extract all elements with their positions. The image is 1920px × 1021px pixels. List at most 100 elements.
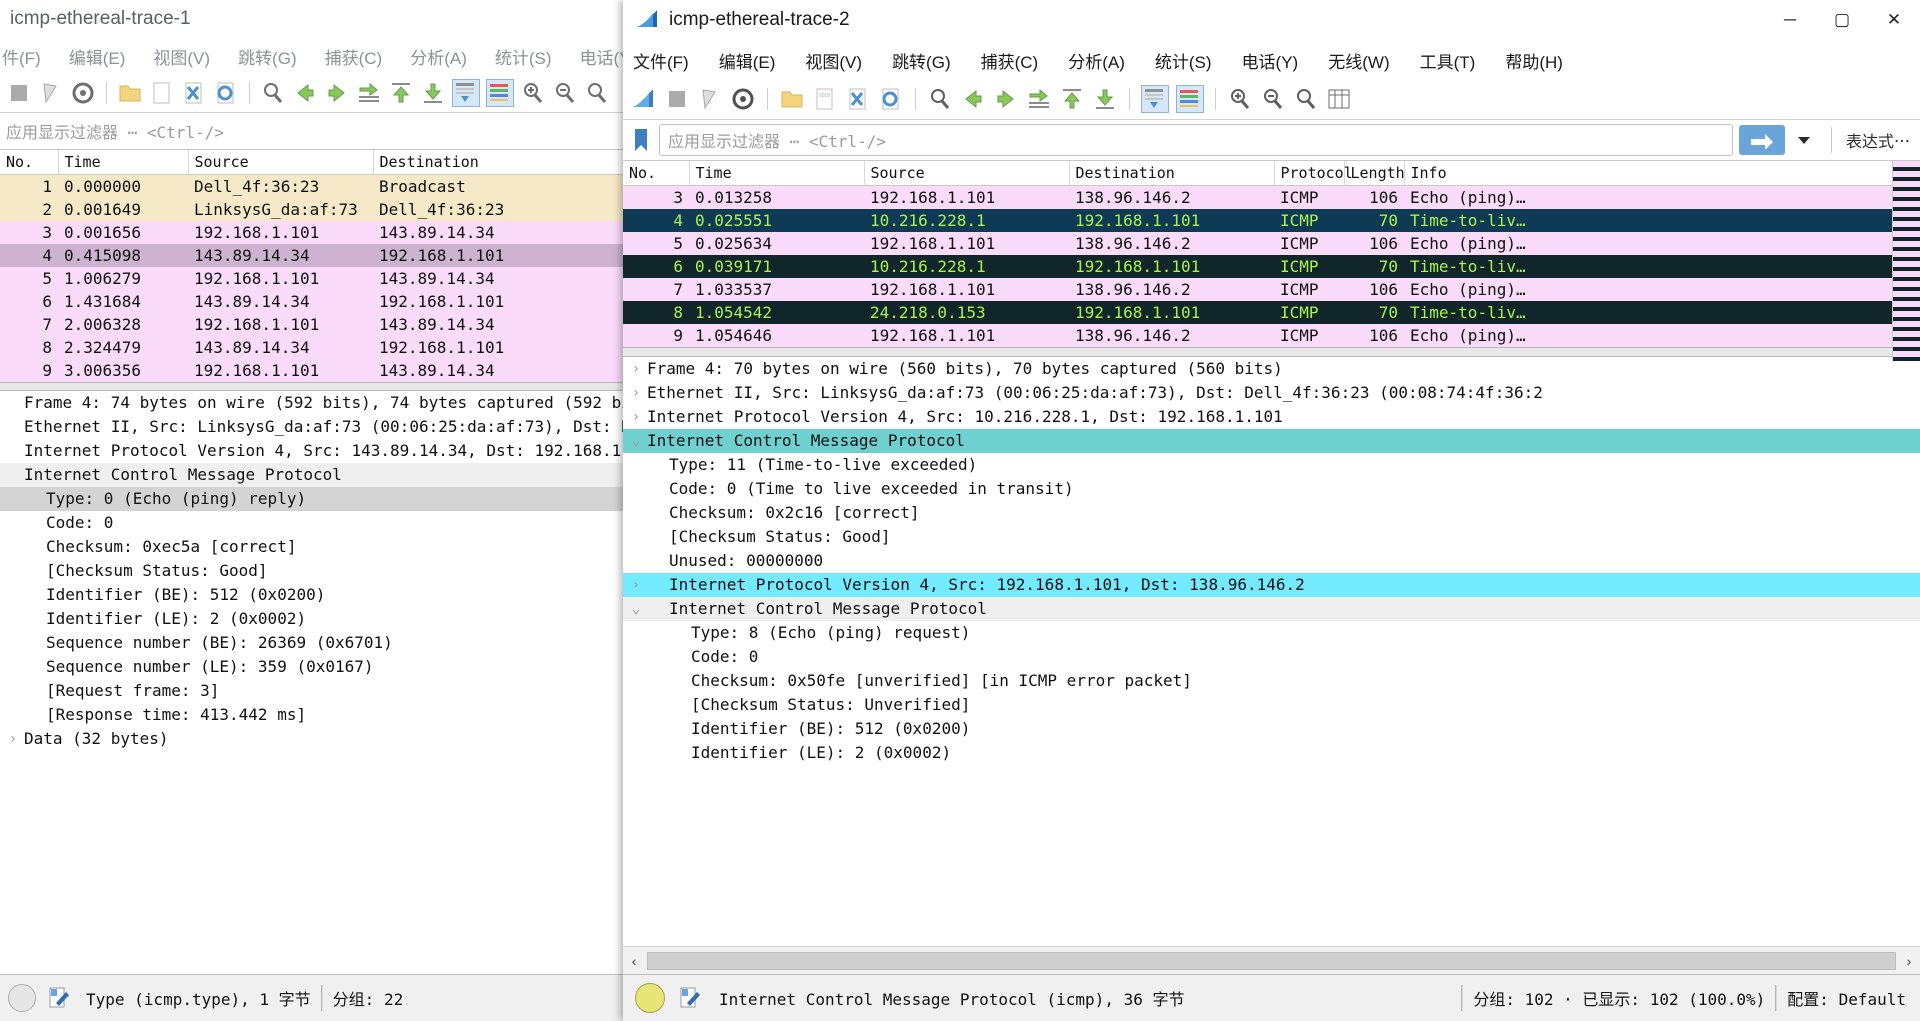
- window-controls[interactable]: ─ ▢ ✕: [1764, 0, 1920, 40]
- window1-filter-input[interactable]: 应用显示过滤器 ⋯ <Ctrl-/>: [6, 119, 224, 143]
- go-back-icon[interactable]: [960, 86, 986, 112]
- window1-pane-splitter[interactable]: [0, 382, 628, 391]
- menu-item-go[interactable]: 跳转(G): [238, 44, 297, 69]
- window1-toolbar[interactable]: [0, 74, 628, 113]
- chevron-right-icon[interactable]: ›: [2, 727, 24, 751]
- filter-history-dropdown[interactable]: [1791, 125, 1817, 155]
- detail-row[interactable]: Identifier (LE): 2 (0x0002): [0, 607, 628, 631]
- zoom-reset-icon[interactable]: [584, 80, 610, 106]
- detail-row[interactable]: ⌄ Internet Control Message Protocol: [623, 429, 1920, 453]
- zoom-in-icon[interactable]: [1227, 86, 1253, 112]
- restart-capture-icon[interactable]: [38, 80, 64, 106]
- detail-row[interactable]: › Frame 4: 70 bytes on wire (560 bits), 7…: [623, 357, 1920, 381]
- menu-item-statistics[interactable]: 统计(S): [495, 44, 552, 69]
- chevron-right-icon[interactable]: ›: [625, 381, 647, 405]
- detail-row[interactable]: [Checksum Status: Unverified]: [623, 693, 1920, 717]
- menu-item-edit[interactable]: 编辑(E): [719, 48, 776, 73]
- window1-packet-list[interactable]: No. Time Source Destination 1 0.000000 Del…: [0, 150, 628, 382]
- column-header-source[interactable]: Source: [188, 150, 374, 175]
- table-row[interactable]: 4 0.415098 143.89.14.34 192.168.1.101: [0, 244, 628, 267]
- table-row[interactable]: 8 2.324479 143.89.14.34 192.168.1.101: [0, 336, 628, 359]
- detail-row[interactable]: [Request frame: 3]: [0, 679, 628, 703]
- detail-row[interactable]: › Data (32 bytes): [0, 727, 628, 751]
- detail-row[interactable]: › Ethernet II, Src: LinksysG_da:af:73 (00…: [623, 381, 1920, 405]
- menu-item-file[interactable]: 文件(F): [633, 48, 689, 73]
- menu-item-help[interactable]: 帮助(H): [1505, 48, 1563, 73]
- menu-item-wireless[interactable]: 无线(W): [1328, 48, 1389, 73]
- column-header-destination[interactable]: Destination: [373, 150, 628, 175]
- window1-menubar[interactable]: 件(F) 编辑(E) 视图(V) 跳转(G) 捕获(C) 分析(A) 统计(S)…: [0, 38, 628, 74]
- menu-item-view[interactable]: 视图(V): [153, 44, 210, 69]
- request-frame-link[interactable]: [Request frame: 3]: [24, 679, 219, 703]
- detail-row[interactable]: › Internet Protocol Version 4, Src: 10.21…: [623, 405, 1920, 429]
- close-file-icon[interactable]: [845, 86, 871, 112]
- menu-item-go[interactable]: 跳转(G): [892, 48, 951, 73]
- window2-menubar[interactable]: 文件(F) 编辑(E) 视图(V) 跳转(G) 捕获(C) 分析(A) 统计(S…: [623, 41, 1920, 79]
- zoom-out-icon[interactable]: [1260, 86, 1286, 112]
- detail-row[interactable]: Checksum: 0x2c16 [correct]: [623, 501, 1920, 525]
- window2-packet-detail[interactable]: › Frame 4: 70 bytes on wire (560 bits), 7…: [623, 357, 1920, 765]
- window2-filter-input[interactable]: 应用显示过滤器 ⋯ <Ctrl-/>: [659, 124, 1733, 156]
- menu-item-telephony[interactable]: 电话(Y): [580, 44, 628, 69]
- bookmark-icon[interactable]: [629, 125, 653, 155]
- detail-row[interactable]: Type: 11 (Time-to-live exceeded): [623, 453, 1920, 477]
- reload-file-icon[interactable]: [878, 86, 904, 112]
- window2-status-profile[interactable]: 配置: Default: [1787, 986, 1920, 1010]
- window1-filter-bar[interactable]: 应用显示过滤器 ⋯ <Ctrl-/>: [0, 113, 628, 150]
- column-header-length[interactable]: Length: [1344, 161, 1405, 186]
- detail-row[interactable]: Code: 0: [0, 511, 628, 535]
- colorize-packets-icon[interactable]: [486, 79, 514, 107]
- table-row[interactable]: 7 1.033537 192.168.1.101 138.96.146.2 ICMP 10…: [623, 278, 1920, 301]
- menu-item-capture[interactable]: 捕获(C): [981, 48, 1039, 73]
- detail-row[interactable]: Internet Protocol Version 4, Src: 143.89…: [0, 439, 628, 463]
- auto-scroll-icon[interactable]: [452, 79, 480, 107]
- column-header-no[interactable]: No.: [623, 161, 690, 186]
- expert-info-icon[interactable]: [8, 984, 36, 1012]
- column-header-info[interactable]: Info: [1404, 161, 1920, 186]
- detail-row[interactable]: Type: 8 (Echo (ping) request): [623, 621, 1920, 645]
- wireshark-window-2[interactable]: icmp-ethereal-trace-2 ─ ▢ ✕ 文件(F) 编辑(E) …: [623, 0, 1920, 1021]
- detail-row[interactable]: Checksum: 0xec5a [correct]: [0, 535, 628, 559]
- table-row[interactable]: 9 3.006356 192.168.1.101 143.89.14.34: [0, 359, 628, 382]
- stop-capture-icon[interactable]: [6, 80, 32, 106]
- detail-row[interactable]: Internet Control Message Protocol: [0, 463, 628, 487]
- column-header-protocol[interactable]: Protocol: [1274, 161, 1353, 186]
- detail-row[interactable]: Identifier (BE): 512 (0x0200): [0, 583, 628, 607]
- packet-list-intelligent-scrollbar[interactable]: [1892, 161, 1920, 361]
- table-row[interactable]: 8 1.054542 24.218.0.153 192.168.1.101 ICMP 70…: [623, 301, 1920, 324]
- chevron-right-icon[interactable]: ›: [625, 405, 647, 429]
- window2-filter-bar[interactable]: 应用显示过滤器 ⋯ <Ctrl-/> 表达式⋯: [623, 120, 1920, 161]
- stop-capture-icon[interactable]: [664, 86, 690, 112]
- capture-file-properties-icon[interactable]: [677, 985, 703, 1011]
- column-header-time[interactable]: Time: [58, 150, 189, 175]
- detail-row[interactable]: Frame 4: 74 bytes on wire (592 bits), 74…: [0, 391, 628, 415]
- detail-row[interactable]: Code: 0 (Time to live exceeded in transi…: [623, 477, 1920, 501]
- filter-expression-button[interactable]: 表达式⋯: [1846, 128, 1920, 152]
- detail-row[interactable]: [Checksum Status: Good]: [0, 559, 628, 583]
- scroll-right-arrow[interactable]: ›: [1898, 953, 1920, 969]
- window1-packet-detail[interactable]: Frame 4: 74 bytes on wire (592 bits), 74…: [0, 391, 628, 751]
- detail-row[interactable]: Checksum: 0x50fe [unverified] [in ICMP e…: [623, 669, 1920, 693]
- go-last-packet-icon[interactable]: [1092, 86, 1118, 112]
- go-forward-icon[interactable]: [324, 80, 350, 106]
- save-file-icon[interactable]: [149, 80, 175, 106]
- detail-row[interactable]: Unused: 00000000: [623, 549, 1920, 573]
- find-packet-icon[interactable]: [927, 86, 953, 112]
- zoom-in-icon[interactable]: [520, 80, 546, 106]
- go-first-packet-icon[interactable]: [1059, 86, 1085, 112]
- window2-pane-splitter[interactable]: [623, 347, 1920, 357]
- table-row[interactable]: 2 0.001649 LinksysG_da:af:73 Dell_4f:36:23: [0, 198, 628, 221]
- table-row[interactable]: 7 2.006328 192.168.1.101 143.89.14.34: [0, 313, 628, 336]
- go-back-icon[interactable]: [292, 80, 318, 106]
- detail-row[interactable]: Type: 0 (Echo (ping) reply): [0, 487, 628, 511]
- go-to-packet-icon[interactable]: [1026, 86, 1052, 112]
- detail-row[interactable]: [Response time: 413.442 ms]: [0, 703, 628, 727]
- column-header-destination[interactable]: Destination: [1069, 161, 1275, 186]
- window2-horizontal-scrollbar[interactable]: ‹ ›: [623, 946, 1920, 975]
- window2-toolbar[interactable]: 0010: [623, 79, 1920, 120]
- capture-options-icon[interactable]: [70, 80, 96, 106]
- detail-row[interactable]: › Internet Protocol Version 4, Src: 192.1…: [623, 573, 1920, 597]
- table-row[interactable]: 3 0.001656 192.168.1.101 143.89.14.34: [0, 221, 628, 244]
- detail-row[interactable]: [Checksum Status: Good]: [623, 525, 1920, 549]
- column-header-source[interactable]: Source: [864, 161, 1070, 186]
